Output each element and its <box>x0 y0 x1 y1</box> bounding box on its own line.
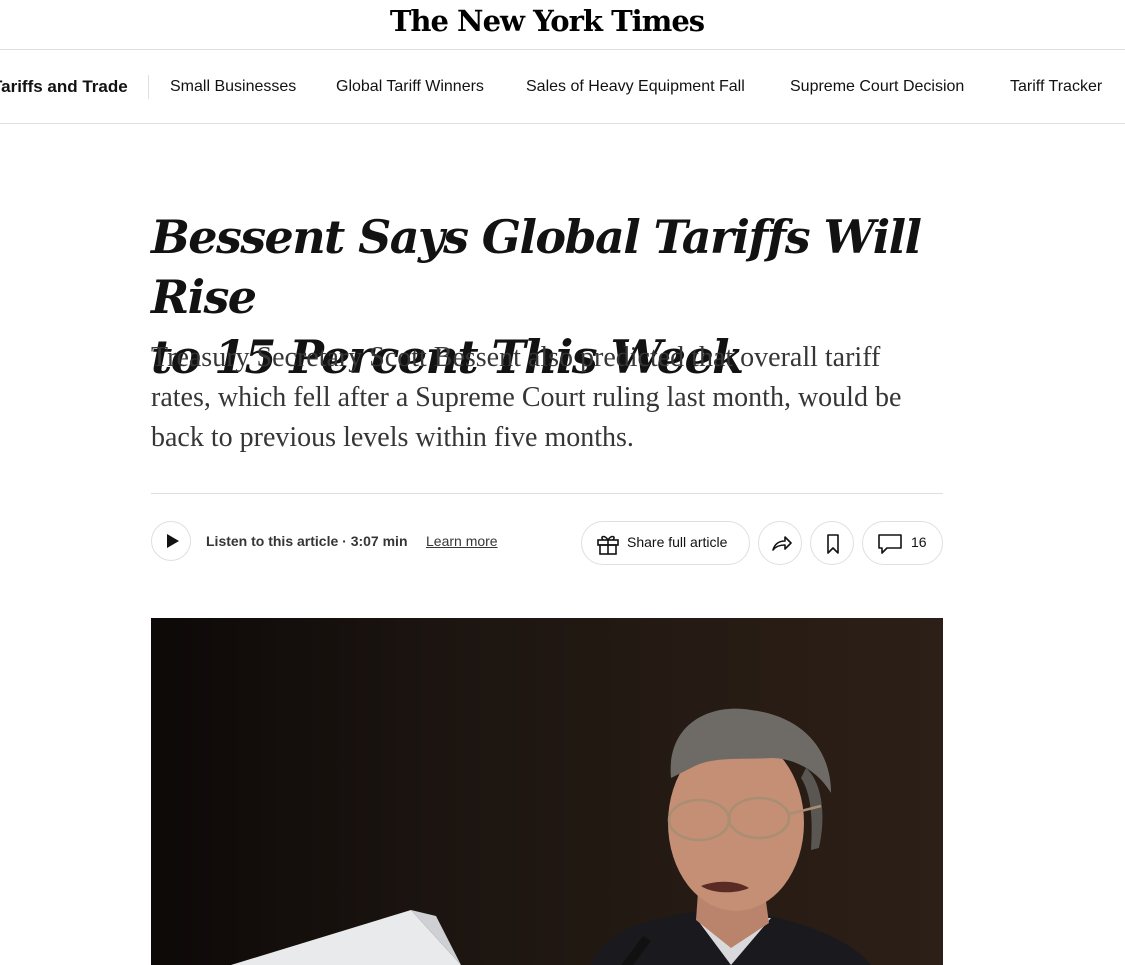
learn-more-link[interactable]: Learn more <box>426 533 498 549</box>
lead-photo <box>151 618 943 965</box>
share-full-label: Share full article <box>627 534 728 550</box>
nav-item-small-businesses[interactable]: Small Businesses <box>170 78 296 96</box>
divider-rule <box>151 493 943 494</box>
listen-label: Listen to this article · 3:07 min <box>206 533 408 549</box>
nyt-logo[interactable]: The New York Times <box>0 4 1094 38</box>
nav-item-global-tariff-winners[interactable]: Global Tariff Winners <box>336 78 484 96</box>
bookmark-icon <box>827 534 839 554</box>
nav-item-supreme-court[interactable]: Supreme Court Decision <box>790 78 964 96</box>
comment-bubble-icon <box>878 534 902 554</box>
section-nav-title[interactable]: Tariffs and Trade <box>0 77 128 97</box>
article-summary: Treasury Secretary Scott Bessent also pr… <box>151 342 902 453</box>
comment-count: 16 <box>911 534 927 550</box>
share-arrow-icon <box>772 536 792 551</box>
play-audio-button[interactable] <box>151 521 191 561</box>
section-nav: Tariffs and Trade Small Businesses Globa… <box>0 50 1125 124</box>
nav-item-tariff-tracker[interactable]: Tariff Tracker <box>1010 78 1102 96</box>
share-full-article-button[interactable]: Share full article <box>581 521 750 565</box>
headline-line-1: Bessent Says Global Tariffs Will Rise <box>151 210 922 324</box>
photo-illustration <box>231 708 871 965</box>
masthead: The New York Times <box>0 0 1125 50</box>
share-button[interactable] <box>758 521 802 565</box>
gift-icon <box>597 535 619 555</box>
comments-button[interactable]: 16 <box>862 521 943 565</box>
nav-divider <box>148 75 149 99</box>
play-icon <box>167 534 179 548</box>
save-button[interactable] <box>810 521 854 565</box>
nav-item-heavy-equipment[interactable]: Sales of Heavy Equipment Fall <box>526 78 745 96</box>
